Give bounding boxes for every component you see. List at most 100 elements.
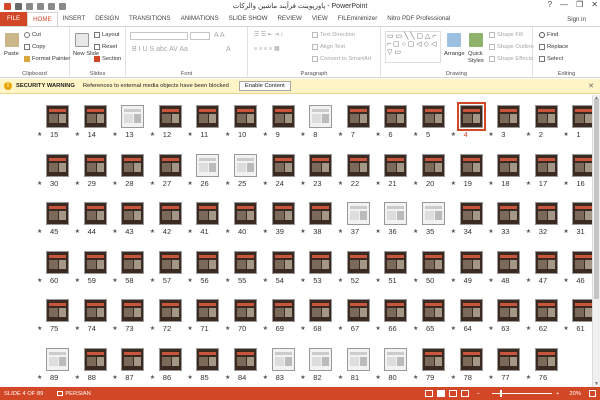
slide-thumbnail[interactable]: ★ 26 — [184, 153, 224, 194]
slide-thumbnail[interactable]: ★ 54 — [260, 250, 300, 291]
transition-star-icon[interactable]: ★ — [338, 374, 343, 381]
new-slide-icon[interactable] — [75, 33, 89, 47]
transition-star-icon[interactable]: ★ — [413, 131, 418, 138]
transition-star-icon[interactable]: ★ — [263, 325, 268, 332]
help-button[interactable]: ? — [548, 0, 552, 9]
slide-thumbnail[interactable]: ★ 11 — [184, 105, 224, 145]
slide-preview[interactable] — [271, 299, 295, 322]
slide-preview[interactable] — [422, 202, 445, 225]
slide-preview[interactable] — [384, 153, 408, 177]
slide-preview[interactable] — [121, 202, 145, 225]
slide-thumbnail[interactable]: ★ 5 — [410, 105, 450, 145]
paste-button[interactable]: Paste — [4, 51, 19, 57]
transition-star-icon[interactable]: ★ — [338, 180, 343, 187]
tab-design[interactable]: DESIGN — [90, 12, 124, 26]
slide-preview[interactable] — [196, 105, 220, 128]
transition-star-icon[interactable]: ★ — [300, 277, 305, 284]
format-painter-button[interactable]: Format Painter — [24, 56, 70, 62]
transition-star-icon[interactable]: ★ — [37, 325, 42, 332]
slide-thumbnail[interactable]: ★ 22 — [335, 153, 375, 194]
transition-star-icon[interactable]: ★ — [413, 228, 418, 235]
transition-star-icon[interactable]: ★ — [526, 131, 531, 138]
transition-star-icon[interactable]: ★ — [75, 180, 80, 187]
slide-preview[interactable] — [459, 299, 483, 322]
slide-preview[interactable] — [422, 347, 445, 371]
slide-thumbnail[interactable]: ★ 24 — [260, 153, 300, 194]
shape-effects-button[interactable]: Shape Effects — [489, 56, 533, 62]
start-slideshow-icon[interactable] — [48, 2, 55, 10]
slide-thumbnail[interactable]: ★ 35 — [410, 202, 450, 242]
slide-preview[interactable] — [83, 153, 107, 177]
transition-star-icon[interactable]: ★ — [451, 228, 456, 235]
transition-star-icon[interactable]: ★ — [563, 131, 568, 138]
transition-star-icon[interactable]: ★ — [150, 228, 155, 235]
transition-star-icon[interactable]: ★ — [375, 131, 380, 138]
slide-thumbnail[interactable]: ★ 28 — [109, 153, 149, 194]
slide-preview[interactable] — [346, 153, 370, 177]
transition-star-icon[interactable]: ★ — [225, 131, 230, 138]
transition-star-icon[interactable]: ★ — [413, 325, 418, 332]
slide-thumbnail[interactable]: ★ 76 — [523, 347, 563, 388]
slide-thumbnail[interactable]: ★ 43 — [109, 202, 149, 242]
slide-preview[interactable] — [158, 347, 182, 371]
slide-thumbnail[interactable]: ★ 60 — [34, 250, 74, 291]
slide-preview[interactable] — [497, 202, 521, 225]
shapes-gallery[interactable]: ▭ ▭ ╲ ╲ ▢ △ ⌐ ⌐ ▢ ○ ▢ ◁ ◇ ◁ ▽ ▭ — [385, 31, 441, 63]
slide-preview[interactable] — [158, 105, 182, 128]
reset-button[interactable]: Reset — [94, 44, 117, 50]
transition-star-icon[interactable]: ★ — [112, 277, 117, 284]
transition-star-icon[interactable]: ★ — [451, 277, 456, 284]
transition-star-icon[interactable]: ★ — [112, 325, 117, 332]
slide-preview[interactable] — [384, 299, 408, 322]
slide-thumbnail[interactable]: ★ 33 — [485, 202, 525, 242]
slide-preview[interactable] — [422, 153, 445, 177]
undo-icon[interactable] — [26, 2, 33, 10]
transition-star-icon[interactable]: ★ — [563, 180, 568, 187]
slide-preview[interactable] — [271, 105, 295, 128]
transition-star-icon[interactable]: ★ — [37, 228, 42, 235]
slide-preview[interactable] — [121, 347, 145, 371]
transition-star-icon[interactable]: ★ — [488, 228, 493, 235]
select-button[interactable]: Select — [539, 56, 563, 62]
slide-thumbnail[interactable]: ★ 64 — [448, 299, 488, 339]
slide-thumbnail[interactable]: ★ 13 — [109, 105, 149, 145]
slide-thumbnail[interactable]: ★ 21 — [372, 153, 412, 194]
slide-thumbnail[interactable]: ★ 55 — [222, 250, 262, 291]
transition-star-icon[interactable]: ★ — [563, 228, 568, 235]
transition-star-icon[interactable]: ★ — [37, 131, 42, 138]
slide-preview[interactable] — [422, 299, 445, 322]
slide-thumbnail[interactable]: ★ 19 — [448, 153, 488, 194]
transition-star-icon[interactable]: ★ — [375, 325, 380, 332]
slide-preview[interactable] — [309, 202, 333, 225]
zoom-in-button[interactable]: + — [556, 391, 559, 397]
slide-show-view-icon[interactable] — [460, 390, 469, 397]
slide-thumbnail[interactable]: ★ 42 — [147, 202, 187, 242]
slide-thumbnail[interactable]: ★ 2 — [523, 105, 563, 145]
slide-sorter-view-icon[interactable] — [436, 390, 445, 397]
transition-star-icon[interactable]: ★ — [300, 325, 305, 332]
slide-thumbnail[interactable]: ★ 66 — [372, 299, 412, 339]
vertical-scrollbar[interactable]: ▲ ▼ — [592, 95, 600, 387]
slide-thumbnail[interactable]: ★ 58 — [109, 250, 149, 291]
transition-star-icon[interactable]: ★ — [488, 277, 493, 284]
transition-star-icon[interactable]: ★ — [451, 325, 456, 332]
transition-star-icon[interactable]: ★ — [150, 325, 155, 332]
transition-star-icon[interactable]: ★ — [150, 131, 155, 138]
transition-star-icon[interactable]: ★ — [300, 180, 305, 187]
slide-preview[interactable] — [46, 299, 69, 322]
slide-preview[interactable] — [83, 105, 107, 128]
slide-preview[interactable] — [46, 153, 69, 177]
slide-preview[interactable] — [572, 299, 592, 322]
slide-preview[interactable] — [234, 250, 257, 274]
slide-thumbnail[interactable]: ★ 15 — [34, 105, 74, 145]
slide-preview[interactable] — [384, 347, 408, 371]
transition-star-icon[interactable]: ★ — [488, 325, 493, 332]
slide-preview[interactable] — [271, 347, 295, 371]
slide-thumbnail[interactable]: ★ 41 — [184, 202, 224, 242]
slide-preview[interactable] — [121, 250, 145, 274]
transition-star-icon[interactable]: ★ — [526, 325, 531, 332]
slide-preview[interactable] — [196, 202, 220, 225]
slide-thumbnail[interactable]: ★ 6 — [372, 105, 412, 145]
transition-star-icon[interactable]: ★ — [526, 374, 531, 381]
slide-preview[interactable] — [121, 105, 145, 128]
